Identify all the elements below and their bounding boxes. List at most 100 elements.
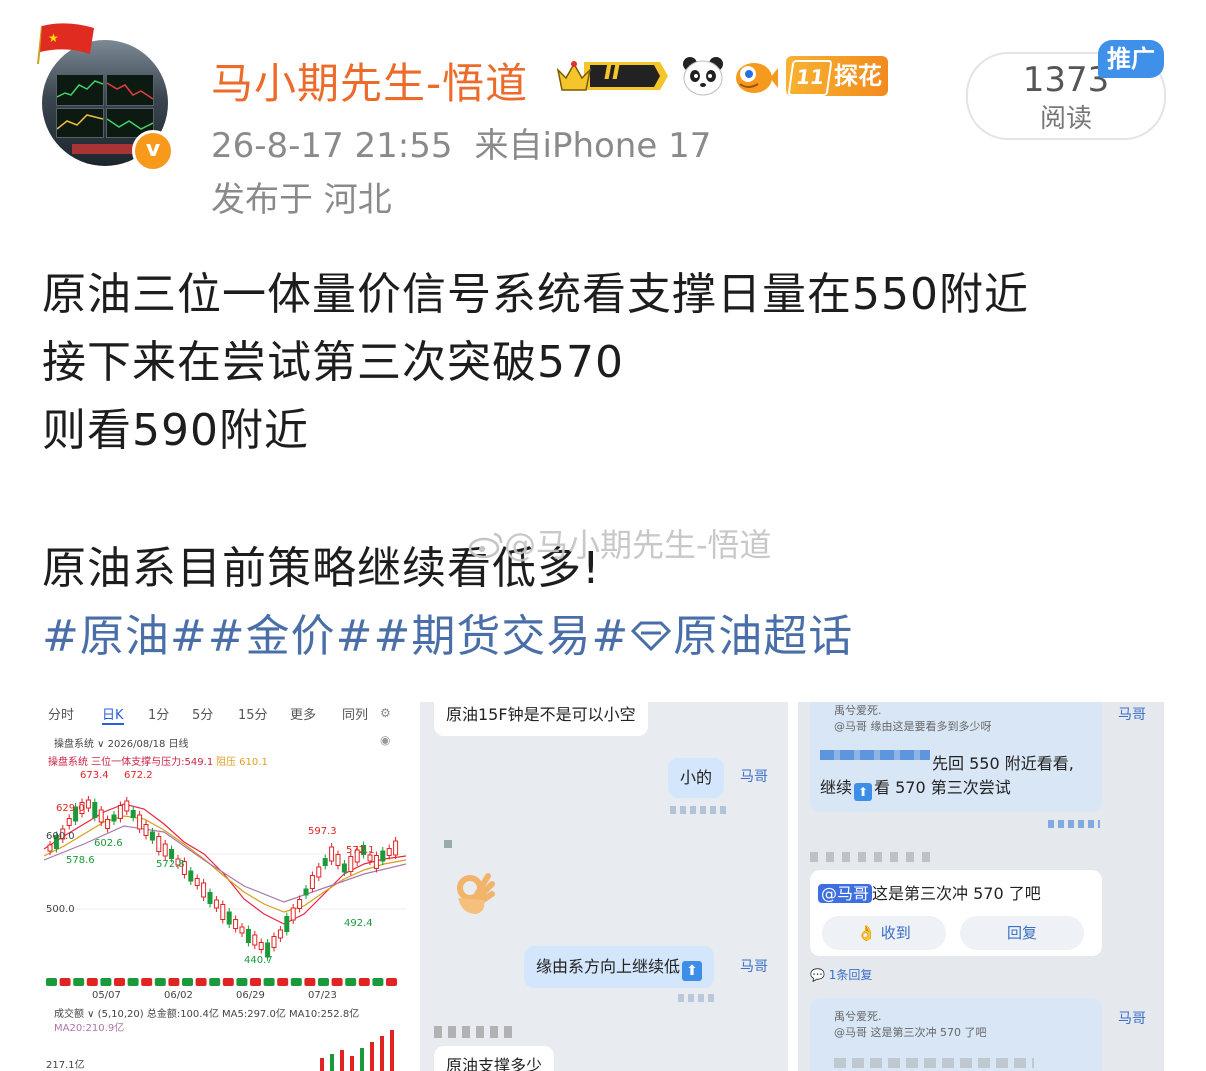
quote-text: @马哥 这是第三次冲 570 了吧 — [834, 1026, 987, 1039]
candle — [124, 800, 130, 812]
read-label: 阅读 — [1039, 104, 1092, 134]
candle — [258, 942, 264, 950]
candle — [277, 929, 283, 939]
hashtag-oil[interactable]: #原油# — [42, 611, 208, 662]
username[interactable]: 马小期先生-悟道 — [211, 50, 528, 111]
date-label: 05/07 — [92, 990, 121, 1001]
kline-chart — [44, 796, 406, 961]
candle — [105, 819, 111, 829]
post-image-chart[interactable]: 分时 日K 1分 5分 15分 更多 同列 ⚙ 操盘系统 ∨ 2026/08/1… — [40, 702, 410, 1071]
signal-block — [263, 978, 275, 986]
candle — [137, 814, 143, 830]
reply-card: 禹兮爱死. @马哥 这是第三次冲 570 了吧 — [810, 998, 1102, 1071]
signal-block — [318, 978, 329, 986]
post-location: 发布于 河北 — [211, 180, 392, 220]
chart-info-line: 操盘系统 ∨ 2026/08/18 日线 — [54, 739, 189, 750]
supertopic-oil[interactable]: 原油超话 — [673, 611, 853, 662]
tab-15min[interactable]: 15分 — [238, 704, 268, 723]
candle — [207, 892, 213, 904]
candle — [239, 926, 245, 934]
tab-more[interactable]: 更多 — [290, 704, 316, 723]
signal-block — [168, 978, 180, 986]
candle — [297, 899, 303, 909]
tanhua-badge[interactable]: 11 探花 — [786, 56, 888, 96]
up-arrow-icon: ⬆ — [854, 783, 873, 801]
candle — [284, 916, 290, 932]
blurred-info — [678, 994, 718, 1002]
settings-gear-icon[interactable]: ⚙ — [380, 706, 391, 720]
signal-block — [277, 978, 289, 986]
candle — [335, 854, 341, 866]
candle — [245, 929, 251, 943]
candle — [85, 799, 91, 809]
thumb-icon: 👌 — [857, 924, 881, 942]
signal-block — [222, 978, 234, 986]
candle — [380, 850, 386, 862]
signal-block — [100, 978, 112, 986]
blurred-info — [434, 1026, 518, 1038]
promote-button[interactable]: 推广 — [1098, 40, 1164, 78]
blurred-info — [810, 852, 930, 862]
price-label: 440.7 — [244, 955, 273, 966]
comment-bubble-icon: 💬 — [810, 968, 829, 982]
reply-count: 1条回复 — [828, 968, 873, 982]
tab-same[interactable]: 同列 — [342, 704, 368, 723]
candle — [226, 911, 232, 925]
tab-daily-k[interactable]: 日K — [102, 704, 124, 725]
candle — [386, 848, 392, 856]
blurred-info — [820, 750, 930, 760]
eye-icon[interactable]: ◉ — [380, 733, 390, 747]
crown-level-badge[interactable]: II — [556, 56, 668, 96]
candle — [92, 802, 98, 818]
hashtag-futures[interactable]: #期货交易# — [373, 611, 629, 662]
post-image-chat[interactable]: 原油15F钟是不是可以小空 小的 马哥 缘由系方向上继续低 ⬆ 马哥 原油支撑多少 — [420, 702, 788, 1071]
post-timestamp: 26-8-17 21:55 — [211, 126, 453, 166]
candle — [169, 849, 175, 859]
signal-block — [86, 978, 98, 986]
signal-block — [250, 978, 261, 986]
signal-block — [127, 978, 139, 986]
candle — [348, 856, 354, 872]
sender-name: 马哥 — [1118, 1011, 1146, 1027]
price-label: 578.6 — [66, 855, 95, 866]
blurred-info — [834, 1058, 1034, 1068]
avatar[interactable]: ★ v — [37, 23, 174, 172]
panda-icon[interactable] — [680, 54, 726, 98]
date-label: 06/29 — [236, 990, 265, 1001]
signal-block — [209, 978, 221, 986]
date-label: 06/02 — [164, 990, 193, 1001]
mention[interactable]: @马哥 — [818, 884, 873, 903]
watermark-text: @马小期先生-悟道 — [504, 526, 772, 564]
signal-block — [345, 978, 357, 986]
post-meta: 26-8-17 21:55 来自iPhone 17 — [211, 118, 711, 167]
price-label: 629.0 — [56, 803, 85, 814]
received-button[interactable]: 👌 收到 — [822, 916, 946, 950]
post-image-comments[interactable]: 禹兮爱死. @马哥 缘由这是要看多到多少呀 先回 550 附近看看, 继续 ⬆ 看 … — [798, 702, 1164, 1071]
tab-5min[interactable]: 5分 — [192, 704, 213, 723]
candle — [309, 875, 315, 889]
ma20-label: MA20:210.9亿 — [54, 1023, 125, 1034]
comment-question: 这是第三次冲 570 了吧 — [872, 884, 1041, 903]
tab-1min[interactable]: 1分 — [148, 704, 169, 723]
price-label: 672.2 — [124, 770, 153, 781]
hashtag-gold[interactable]: #金价# — [208, 611, 374, 662]
candle — [162, 843, 168, 857]
candle — [303, 888, 309, 896]
watermark: @马小期先生-悟道 — [468, 520, 772, 566]
reply-button[interactable]: 回复 — [960, 916, 1084, 950]
candle — [341, 863, 347, 873]
signal-block — [154, 978, 166, 986]
chat-message: 小的 — [668, 758, 725, 798]
tanhua-label: 探花 — [834, 62, 882, 90]
signal-block — [73, 978, 85, 986]
blurred-info — [1048, 820, 1100, 828]
received-label: 收到 — [880, 924, 911, 942]
candle — [188, 870, 194, 882]
price-label: 500.0 — [46, 904, 75, 915]
fish-icon[interactable] — [732, 54, 778, 98]
candle — [66, 818, 72, 826]
reply-count-link[interactable]: 💬 1条回复 — [810, 966, 872, 983]
tab-timeshare[interactable]: 分时 — [48, 704, 74, 723]
sender-name: 马哥 — [740, 769, 768, 785]
price-label: 572.8 — [156, 859, 185, 870]
